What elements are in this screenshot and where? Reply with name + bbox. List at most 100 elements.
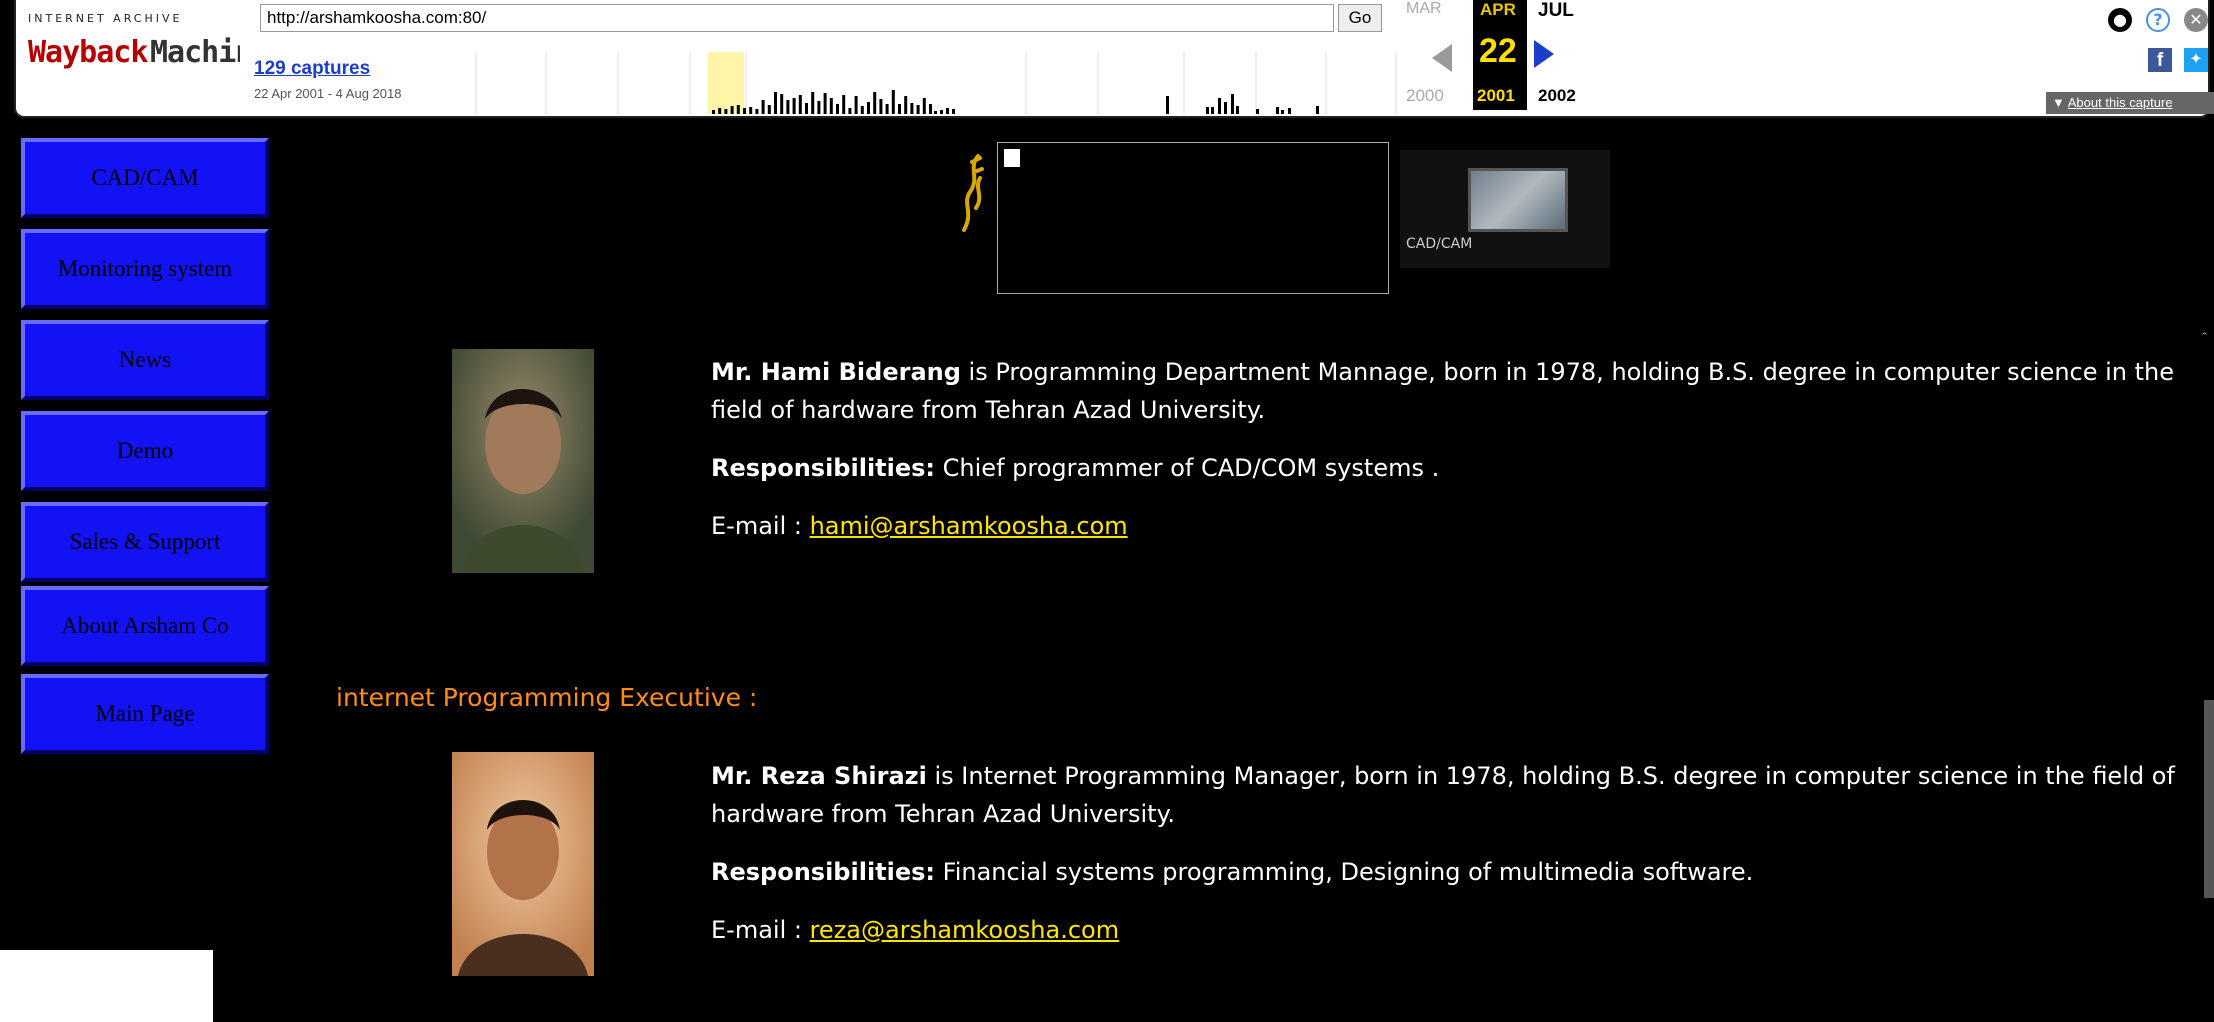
sparkline-bar <box>724 109 728 114</box>
sparkline-bar <box>736 105 740 114</box>
sparkline-bar <box>792 98 796 114</box>
nav-cadcam-button[interactable]: CAD/CAM <box>21 138 269 218</box>
portrait-photo-1 <box>452 349 594 573</box>
next-month-label[interactable]: JUL <box>1538 0 1574 56</box>
nav-label: News <box>118 347 172 372</box>
captures-link[interactable]: 129 captures <box>254 58 370 80</box>
cadcam-caption: CAD/CAM <box>1406 236 1473 252</box>
wayback-panel: INTERNET ARCHIVE Wayback Machine Go 129 … <box>14 0 2214 118</box>
nav-label: CAD/CAM <box>91 165 199 190</box>
sparkline-bar <box>749 107 753 114</box>
scrollbar-thumb[interactable] <box>2204 700 2214 898</box>
person-name: Mr. Hami Biderang <box>711 358 961 386</box>
scroll-up-caret-icon[interactable]: ˆ <box>2202 330 2207 347</box>
sparkline-bar <box>1256 109 1259 114</box>
user-icon[interactable]: ● <box>2108 8 2132 32</box>
sparkline-bar <box>730 106 734 114</box>
sparkline-bar <box>718 108 722 114</box>
section-heading: internet Programming Executive : <box>336 683 758 712</box>
nav-news-button[interactable]: News <box>21 320 269 400</box>
sparkline-bar <box>879 99 883 114</box>
sparkline-bar <box>952 109 955 114</box>
nav-main-page-button[interactable]: Main Page <box>21 674 269 754</box>
sparkline-current-year-highlight <box>708 52 744 114</box>
portrait-photo-2 <box>452 752 594 976</box>
sparkline-bar <box>885 104 889 114</box>
current-capture-block: APR 22 2001 <box>1473 0 1527 110</box>
sparkline-bar <box>842 95 846 114</box>
person-description: Mr. Reza Shirazi is Internet Programming… <box>711 757 2191 833</box>
sparkline-bar <box>891 90 895 114</box>
sparkline-bar <box>1218 98 1221 114</box>
sparkline-bar <box>774 92 777 114</box>
svg-text:Wayback: Wayback <box>28 35 148 70</box>
person-name: Mr. Reza Shirazi <box>711 762 927 790</box>
about-capture-label: About this capture <box>2067 95 2173 110</box>
sparkline-bar <box>786 100 790 114</box>
wayback-toolbar: INTERNET ARCHIVE Wayback Machine Go 129 … <box>0 0 2214 124</box>
sparkline-bar <box>836 104 839 114</box>
nav-about-button[interactable]: About Arsham Co <box>21 586 269 666</box>
nav-label: About Arsham Co <box>61 613 229 638</box>
broken-image-icon <box>1004 149 1020 167</box>
url-input[interactable] <box>260 4 1334 32</box>
person-responsibilities: Responsibilities: Chief programmer of CA… <box>711 449 2191 487</box>
person-responsibilities: Responsibilities: Financial systems prog… <box>711 853 2191 891</box>
person-bio-1: Mr. Hami Biderang is Programming Departm… <box>711 353 2191 565</box>
sparkline-bar <box>1231 94 1234 114</box>
sparkline-bar <box>1276 107 1279 114</box>
prev-year-label[interactable]: 2000 <box>1406 86 1444 106</box>
email-link[interactable]: reza@arshamkoosha.com <box>810 916 1120 944</box>
svg-text:Machine: Machine <box>150 35 240 70</box>
sparkline-bar <box>755 109 759 114</box>
cadcam-banner-image[interactable]: CAD/CAM <box>1400 150 1610 268</box>
sparkline-bar <box>823 93 827 114</box>
sparkline-bar <box>767 105 771 114</box>
help-icon[interactable]: ? <box>2146 8 2170 32</box>
nav-sales-support-button[interactable]: Sales & Support <box>21 502 269 582</box>
sparkline-bar <box>1211 107 1214 114</box>
nav-label: Demo <box>116 438 174 463</box>
sparkline-bar <box>1224 102 1227 114</box>
sparkline-bar <box>873 92 877 114</box>
sparkline-bar <box>922 98 926 114</box>
sparkline-bar <box>1281 110 1284 114</box>
responsibilities-text: Chief programmer of CAD/COM systems . <box>935 454 1440 482</box>
person-description: Mr. Hami Biderang is Programming Departm… <box>711 353 2191 429</box>
wayback-logo[interactable]: Wayback Machine <box>26 28 270 72</box>
sparkline-bar <box>1236 106 1239 114</box>
sparkline-bar <box>940 110 943 114</box>
sparkline-bar <box>898 104 901 114</box>
capture-sparkline[interactable] <box>466 52 1416 114</box>
email-label: E-mail : <box>711 512 810 540</box>
person-bio-2: Mr. Reza Shirazi is Internet Programming… <box>711 757 2191 969</box>
computer-screen-graphic <box>1468 168 1568 232</box>
nav-label: Monitoring system <box>57 256 233 281</box>
sparkline-bar <box>712 110 715 114</box>
next-year-label[interactable]: 2002 <box>1538 86 1576 106</box>
sparkline-bar <box>860 106 864 114</box>
nav-label: Main Page <box>95 701 195 726</box>
sparkline-bar <box>867 102 870 114</box>
sparkline-bar <box>817 101 821 114</box>
close-icon[interactable]: ✕ <box>2184 8 2208 32</box>
responsibilities-text: Financial systems programming, Designing… <box>935 858 1754 886</box>
current-year-label: 2001 <box>1477 86 1515 105</box>
prev-capture-arrow-icon[interactable] <box>1432 44 1452 72</box>
sparkline-bar <box>761 100 765 114</box>
facebook-icon[interactable]: f <box>2148 48 2172 72</box>
wayback-logo-top: INTERNET ARCHIVE <box>28 12 183 25</box>
sparkline-bar <box>811 92 815 114</box>
email-link[interactable]: hami@arshamkoosha.com <box>810 512 1128 540</box>
go-button[interactable]: Go <box>1338 4 1382 32</box>
capture-date-range: 22 Apr 2001 - 4 Aug 2018 <box>254 86 402 101</box>
nav-label: Sales & Support <box>69 529 221 554</box>
wayback-logo-graphic: Wayback Machine <box>28 35 270 70</box>
about-capture-button[interactable]: ▼ About this capture <box>2046 92 2214 114</box>
person-email: E-mail : hami@arshamkoosha.com <box>711 507 2191 545</box>
banner-image-placeholder <box>997 142 1389 294</box>
nav-demo-button[interactable]: Demo <box>21 411 269 491</box>
nav-monitoring-button[interactable]: Monitoring system <box>21 229 269 309</box>
sparkline-bar <box>829 98 833 114</box>
twitter-icon[interactable]: ✦ <box>2184 48 2208 72</box>
